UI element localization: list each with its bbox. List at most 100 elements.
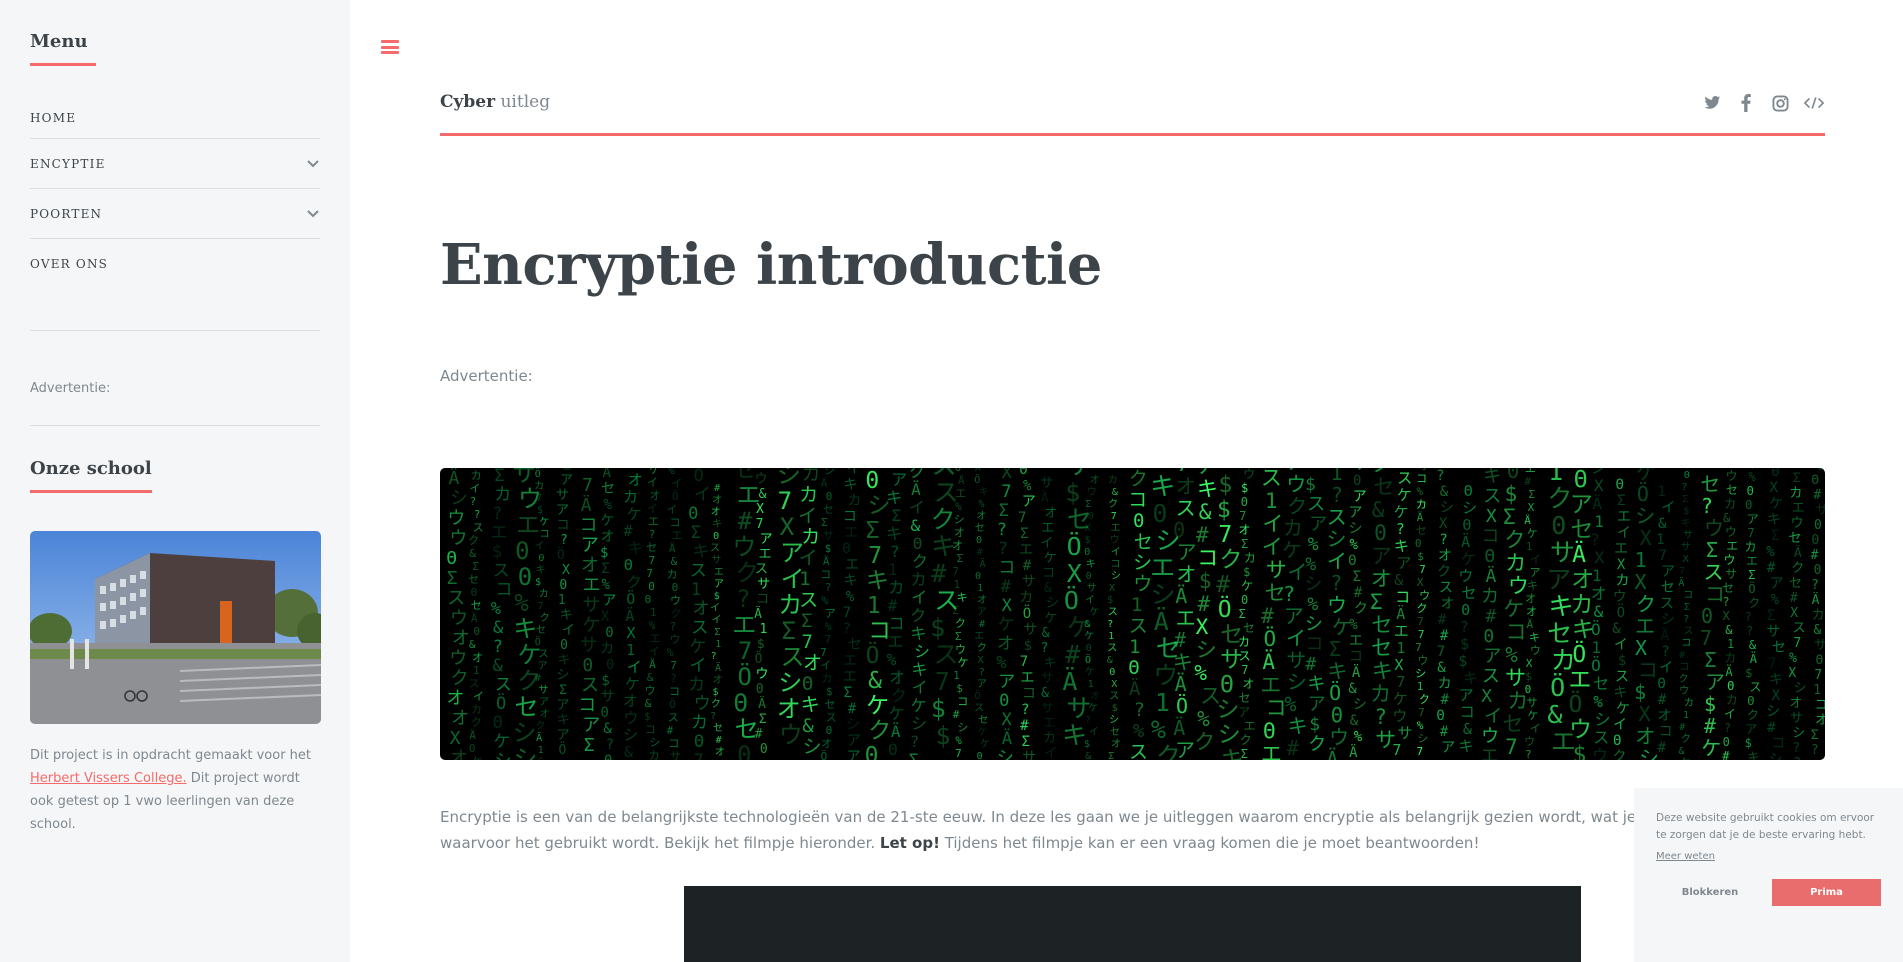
svg-text:0: 0 <box>756 682 764 697</box>
svg-text:ウ: ウ <box>694 694 711 714</box>
svg-text:カ: カ <box>471 469 482 482</box>
cookie-more-link[interactable]: Meer weten <box>1656 851 1715 862</box>
svg-text:コ: コ <box>888 614 904 633</box>
svg-text:X: X <box>1617 557 1626 573</box>
svg-text:Θ: Θ <box>1263 719 1276 743</box>
cookie-block-button[interactable]: Blokkeren <box>1656 879 1764 906</box>
svg-text:1: 1 <box>558 593 566 608</box>
svg-text:%: % <box>1285 692 1297 716</box>
svg-text:シ: シ <box>1327 527 1347 551</box>
svg-text:イ: イ <box>647 476 658 489</box>
svg-text:キ: キ <box>1529 631 1540 644</box>
chevron-down-icon[interactable] <box>306 157 320 171</box>
svg-text:エ: エ <box>1260 673 1281 697</box>
menu-list: Home Encyptie Poorten Over ons <box>30 98 320 288</box>
svg-text:1: 1 <box>1591 638 1601 657</box>
cookie-message: Deze website gebruikt cookies om ervoor … <box>1656 812 1875 841</box>
svg-text:サ: サ <box>1041 701 1054 716</box>
svg-text:Ä: Ä <box>821 477 828 490</box>
svg-text:?: ? <box>1374 705 1387 729</box>
svg-text:ケ: ケ <box>1394 503 1409 521</box>
svg-text:?: ? <box>1107 619 1113 630</box>
svg-text:#: # <box>716 735 722 746</box>
svg-text:?: ? <box>470 495 477 508</box>
svg-text:ウ: ウ <box>1417 654 1428 667</box>
svg-text:7: 7 <box>1218 522 1232 548</box>
cookie-accept-button[interactable]: Prima <box>1772 879 1881 906</box>
svg-text:Ö: Ö <box>669 698 676 711</box>
svg-text:0: 0 <box>826 490 833 503</box>
menu-item-over-ons[interactable]: Over ons <box>30 238 320 288</box>
svg-text:7: 7 <box>1700 626 1712 650</box>
svg-text:カ: カ <box>1724 497 1736 511</box>
svg-text:?: ? <box>1330 571 1342 595</box>
chevron-down-icon[interactable] <box>306 207 320 221</box>
menu-item-home[interactable]: Home <box>30 98 320 138</box>
svg-text:Θ: Θ <box>1220 672 1234 698</box>
svg-text:ア: ア <box>602 593 616 609</box>
svg-text:セ: セ <box>823 503 834 516</box>
svg-text:Σ: Σ <box>1241 537 1248 551</box>
svg-text:ウ: ウ <box>1530 644 1541 657</box>
svg-text:Θ: Θ <box>1613 733 1621 749</box>
svg-text:1: 1 <box>1417 680 1424 693</box>
svg-text:カ: カ <box>802 468 821 485</box>
svg-text:?: ? <box>1021 702 1029 718</box>
svg-text:Θ: Θ <box>1811 473 1819 488</box>
school-heading-wrap: Onze school <box>30 458 320 493</box>
svg-text:サ: サ <box>823 529 834 542</box>
svg-text:ウ: ウ <box>1725 525 1737 539</box>
svg-text:?: ? <box>998 539 1008 559</box>
svg-text:セ: セ <box>1134 531 1153 553</box>
svg-text:1: 1 <box>888 560 898 579</box>
svg-text:オ: オ <box>1789 696 1802 711</box>
svg-text:Ä: Ä <box>469 729 476 742</box>
svg-text:オ: オ <box>712 494 722 506</box>
svg-text:&: & <box>1658 516 1667 532</box>
code-icon[interactable] <box>1803 93 1825 113</box>
svg-text:オ: オ <box>601 529 615 545</box>
facebook-icon[interactable] <box>1735 93 1757 113</box>
svg-text:&: & <box>1372 498 1385 522</box>
svg-text:セ: セ <box>1593 674 1609 693</box>
svg-text:ケ: ケ <box>1085 666 1095 678</box>
svg-text:カ: カ <box>888 578 904 597</box>
menu-item-poorten[interactable]: Poorten <box>30 188 320 238</box>
svg-text:X: X <box>780 513 795 541</box>
svg-text:&: & <box>1112 487 1118 498</box>
svg-text:Σ: Σ <box>447 568 458 589</box>
hamburger-menu-icon[interactable] <box>381 38 399 56</box>
svg-text:#: # <box>1287 736 1299 760</box>
svg-text:X: X <box>1683 554 1689 565</box>
svg-text:エ: エ <box>1726 539 1738 553</box>
video-player[interactable] <box>684 886 1581 962</box>
sidebar-ad-label: Advertentie: <box>30 381 111 396</box>
svg-text:Σ: Σ <box>1748 568 1755 582</box>
svg-text:ス: ス <box>1129 741 1148 760</box>
twitter-icon[interactable] <box>1701 93 1723 113</box>
heading-underline <box>30 490 152 493</box>
instagram-icon[interactable] <box>1769 93 1791 113</box>
svg-text:コ: コ <box>1416 472 1427 485</box>
svg-text:イ: イ <box>798 505 817 527</box>
site-logo[interactable]: Cyber uitleg <box>440 90 550 112</box>
svg-text:カ: カ <box>623 488 638 506</box>
svg-text:ス: ス <box>1307 494 1325 515</box>
svg-text:エ: エ <box>1349 633 1363 649</box>
menu-item-encyptie[interactable]: Encyptie <box>30 138 320 188</box>
svg-text:Ä: Ä <box>758 696 766 712</box>
svg-text:シ: シ <box>997 748 1014 760</box>
school-link[interactable]: Herbert Vissers College. <box>30 771 187 786</box>
svg-text:Σ: Σ <box>1617 493 1625 509</box>
svg-text:ア: ア <box>539 697 549 708</box>
svg-text:?: ? <box>1683 614 1689 625</box>
svg-text:7: 7 <box>1396 673 1405 691</box>
svg-text:サ: サ <box>1815 503 1825 518</box>
svg-text:セ: セ <box>1789 576 1802 591</box>
svg-text:&: & <box>1437 660 1446 676</box>
svg-text:Θ: Θ <box>624 556 633 574</box>
svg-text:&: & <box>1612 621 1621 637</box>
svg-text:イ: イ <box>473 690 484 703</box>
svg-text:エ: エ <box>1041 521 1054 536</box>
svg-text:エ: エ <box>1176 606 1196 630</box>
